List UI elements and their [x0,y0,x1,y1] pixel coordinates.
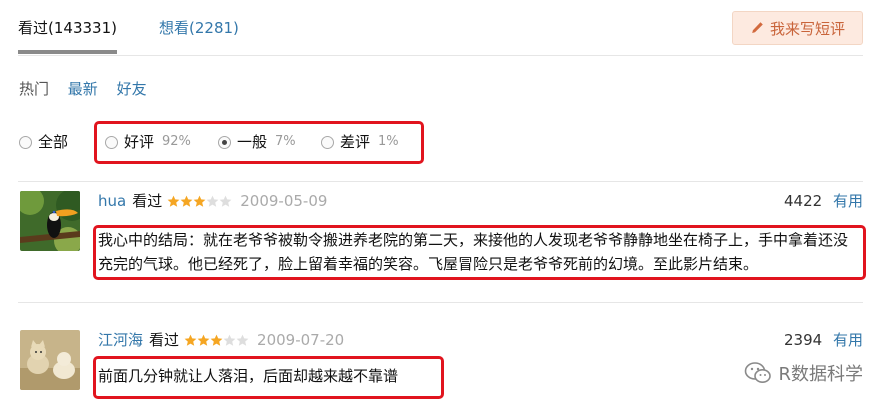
watermark-text: R数据科学 [778,364,863,385]
comment-header: 江河海 看过 2009-07-20 [98,330,344,350]
avatar[interactable] [20,330,80,390]
write-review-button[interactable]: 我来写短评 [732,11,863,45]
comment-item: hua 看过 2009-05-09 4422 有用 我心中的结局：就在老爷爷被勒… [18,191,863,303]
vote-area: 2394 有用 [784,330,863,350]
pencil-icon [752,22,763,33]
active-tab-underline [18,50,117,54]
vote-count: 4422 [784,192,823,210]
star-empty-icon [219,195,232,207]
filter-neutral[interactable]: 一般 7% [218,131,296,153]
comment-text: 我心中的结局：就在老爷爷被勒令搬进养老院的第二天，来接他的人发现老爷爷静静地坐在… [98,231,849,273]
rating-stars [184,334,249,347]
useful-button[interactable]: 有用 [833,192,863,210]
comment-author[interactable]: 江河海 [98,330,143,350]
useful-button[interactable]: 有用 [833,331,863,349]
neutral-percent: 7% [275,134,296,149]
star-filled-icon [197,334,210,346]
star-empty-icon [223,334,236,346]
tabs-divider [18,55,863,56]
sort-options: 热门 最新 好友 [19,79,161,99]
sort-hot[interactable]: 热门 [19,79,49,99]
radio-bad[interactable] [321,135,334,149]
toucan-avatar-image [20,191,80,251]
sort-latest[interactable]: 最新 [68,79,98,99]
comment-date: 2009-05-09 [240,192,328,210]
radio-neutral[interactable] [218,135,231,149]
sort-friends[interactable]: 好友 [117,79,147,99]
star-filled-icon [184,334,197,346]
comment-divider [18,302,863,303]
tab-bar: 看过(143331) 想看(2281) 我来写短评 [18,0,863,56]
filter-good[interactable]: 好评 92% [105,131,191,153]
watch-status: 看过 [132,192,163,210]
comment-author[interactable]: hua [98,191,126,211]
cats-avatar-image [20,330,80,390]
vote-area: 4422 有用 [784,191,863,211]
avatar[interactable] [20,191,80,251]
filter-all[interactable]: 全部 [19,131,68,153]
tab-want[interactable]: 想看(2281) [159,18,239,38]
radio-good[interactable] [105,135,118,149]
bad-percent: 1% [378,134,399,149]
good-percent: 92% [162,134,191,149]
watermark: R数据科学 [744,360,863,386]
filter-bad[interactable]: 差评 1% [321,131,399,153]
filter-divider [18,181,863,182]
star-filled-icon [210,334,223,346]
wechat-icon [745,362,772,383]
comment-item: 江河海 看过 2009-07-20 2394 有用 前面几分钟就让人落泪，后面却… [18,330,863,410]
write-review-label: 我来写短评 [769,19,845,38]
star-filled-icon [167,195,180,207]
star-empty-icon [206,195,219,207]
star-empty-icon [236,334,249,346]
comment-date: 2009-07-20 [257,331,345,349]
rating-stars [167,195,232,208]
vote-count: 2394 [784,331,823,349]
watch-status: 看过 [149,331,180,349]
radio-all[interactable] [19,135,32,149]
comment-header: hua 看过 2009-05-09 [98,191,327,211]
tab-seen[interactable]: 看过(143331) [18,18,117,38]
star-filled-icon [193,195,206,207]
star-filled-icon [180,195,193,207]
